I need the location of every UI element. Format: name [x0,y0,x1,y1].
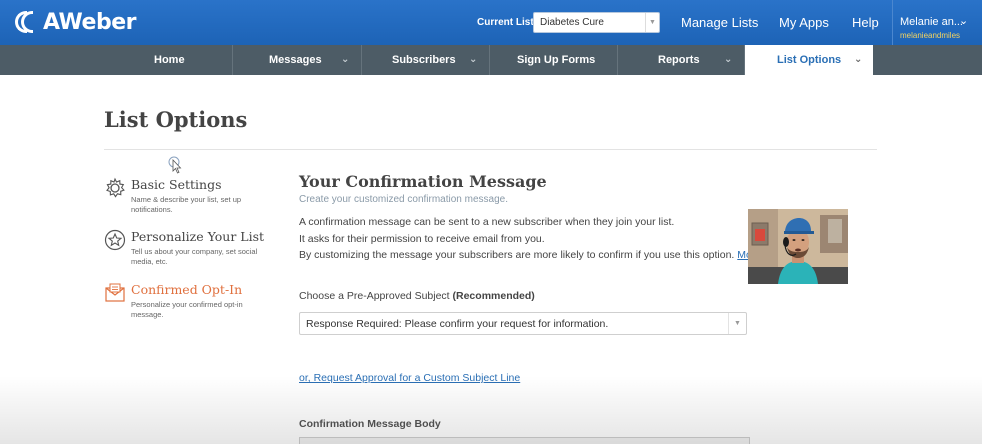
sidebar-item-basic-settings[interactable]: Basic Settings Name & describe your list… [104,177,274,217]
nav-sign-up-forms[interactable]: Sign Up Forms [490,45,618,75]
user-account: melanieandmiles [900,31,961,40]
chevron-down-icon: ⌄ [959,15,969,27]
sidebar-item-desc: Personalize your confirmed opt-in messag… [131,300,243,319]
nav-label: List Options [777,54,842,66]
user-menu[interactable]: Melanie an... melanieandmiles ⌄ [892,0,982,45]
help-link[interactable]: Help [852,15,879,30]
logo-text: AWeber [43,9,136,35]
subject-label: Choose a Pre-Approved Subject (Recommend… [299,290,535,302]
description-line-3-text: By customizing the message your subscrib… [299,249,735,261]
subject-label-recommended: (Recommended) [452,290,535,302]
manage-lists-link[interactable]: Manage Lists [681,15,758,30]
message-body-label: Confirmation Message Body [299,418,441,430]
subject-select-value: Response Required: Please confirm your r… [306,318,609,330]
section-subtitle: Create your customized confirmation mess… [299,194,508,205]
chevron-down-icon: ⌄ [469,54,478,65]
current-list-label: Current List: [477,17,537,28]
nav-label: Messages [269,54,322,66]
my-apps-link[interactable]: My Apps [779,15,829,30]
current-list-select[interactable]: Diabetes Cure ▼ [533,12,660,33]
nav-home[interactable]: Home [104,45,233,75]
envelope-icon [105,283,125,302]
aweber-logo-icon [15,9,41,35]
subject-select[interactable]: Response Required: Please confirm your r… [299,312,747,335]
current-list-value: Diabetes Cure [540,17,604,28]
chevron-down-icon: ⌄ [854,54,863,65]
request-custom-subject-link[interactable]: or, Request Approval for a Custom Subjec… [299,372,520,384]
webcam-overlay [748,209,848,284]
description-line-2: It asks for their permission to receive … [299,233,545,245]
sidebar-item-confirmed-opt-in[interactable]: Confirmed Opt-In Personalize your confir… [104,282,274,322]
main-nav: Home Messages ⌄ Subscribers ⌄ Sign Up Fo… [0,45,982,75]
message-body-editor[interactable] [299,437,750,444]
description-line-1: A confirmation message can be sent to a … [299,216,675,228]
nav-label: Reports [658,54,700,66]
page-title: List Options [104,107,248,132]
sidebar-item-title: Basic Settings [131,177,222,192]
webcam-image [748,209,848,284]
nav-label: Sign Up Forms [517,54,596,66]
chevron-down-icon: ⌄ [341,54,350,65]
divider [104,149,877,150]
chevron-down-icon: ⌄ [724,54,733,65]
sidebar-item-personalize[interactable]: Personalize Your List Tell us about your… [104,229,274,269]
chevron-down-icon: ▼ [645,13,659,32]
nav-messages[interactable]: Messages ⌄ [233,45,362,75]
user-name: Melanie an... [900,16,963,28]
top-bar: AWeber Current List: Diabetes Cure ▼ Man… [0,0,982,45]
sidebar-item-title: Confirmed Opt-In [131,282,243,297]
subject-label-text: Choose a Pre-Approved Subject [299,290,450,302]
bottom-shadow [0,376,982,444]
gear-icon [106,177,125,198]
sidebar-item-desc: Name & describe your list, set up notifi… [131,195,242,214]
nav-reports[interactable]: Reports ⌄ [618,45,745,75]
nav-label: Subscribers [392,54,456,66]
section-title: Your Confirmation Message [299,172,547,191]
aweber-logo[interactable]: AWeber [15,9,136,35]
sidebar-item-desc: Tell us about your company, set social m… [131,247,258,266]
sidebar-item-title: Personalize Your List [131,229,265,244]
nav-subscribers[interactable]: Subscribers ⌄ [362,45,490,75]
nav-label: Home [154,54,185,66]
cursor-icon [168,156,182,174]
description-line-3: By customizing the message your subscrib… [299,249,752,261]
star-icon [104,229,126,251]
nav-list-options[interactable]: List Options ⌄ [745,45,873,75]
chevron-down-icon: ▼ [728,313,746,334]
